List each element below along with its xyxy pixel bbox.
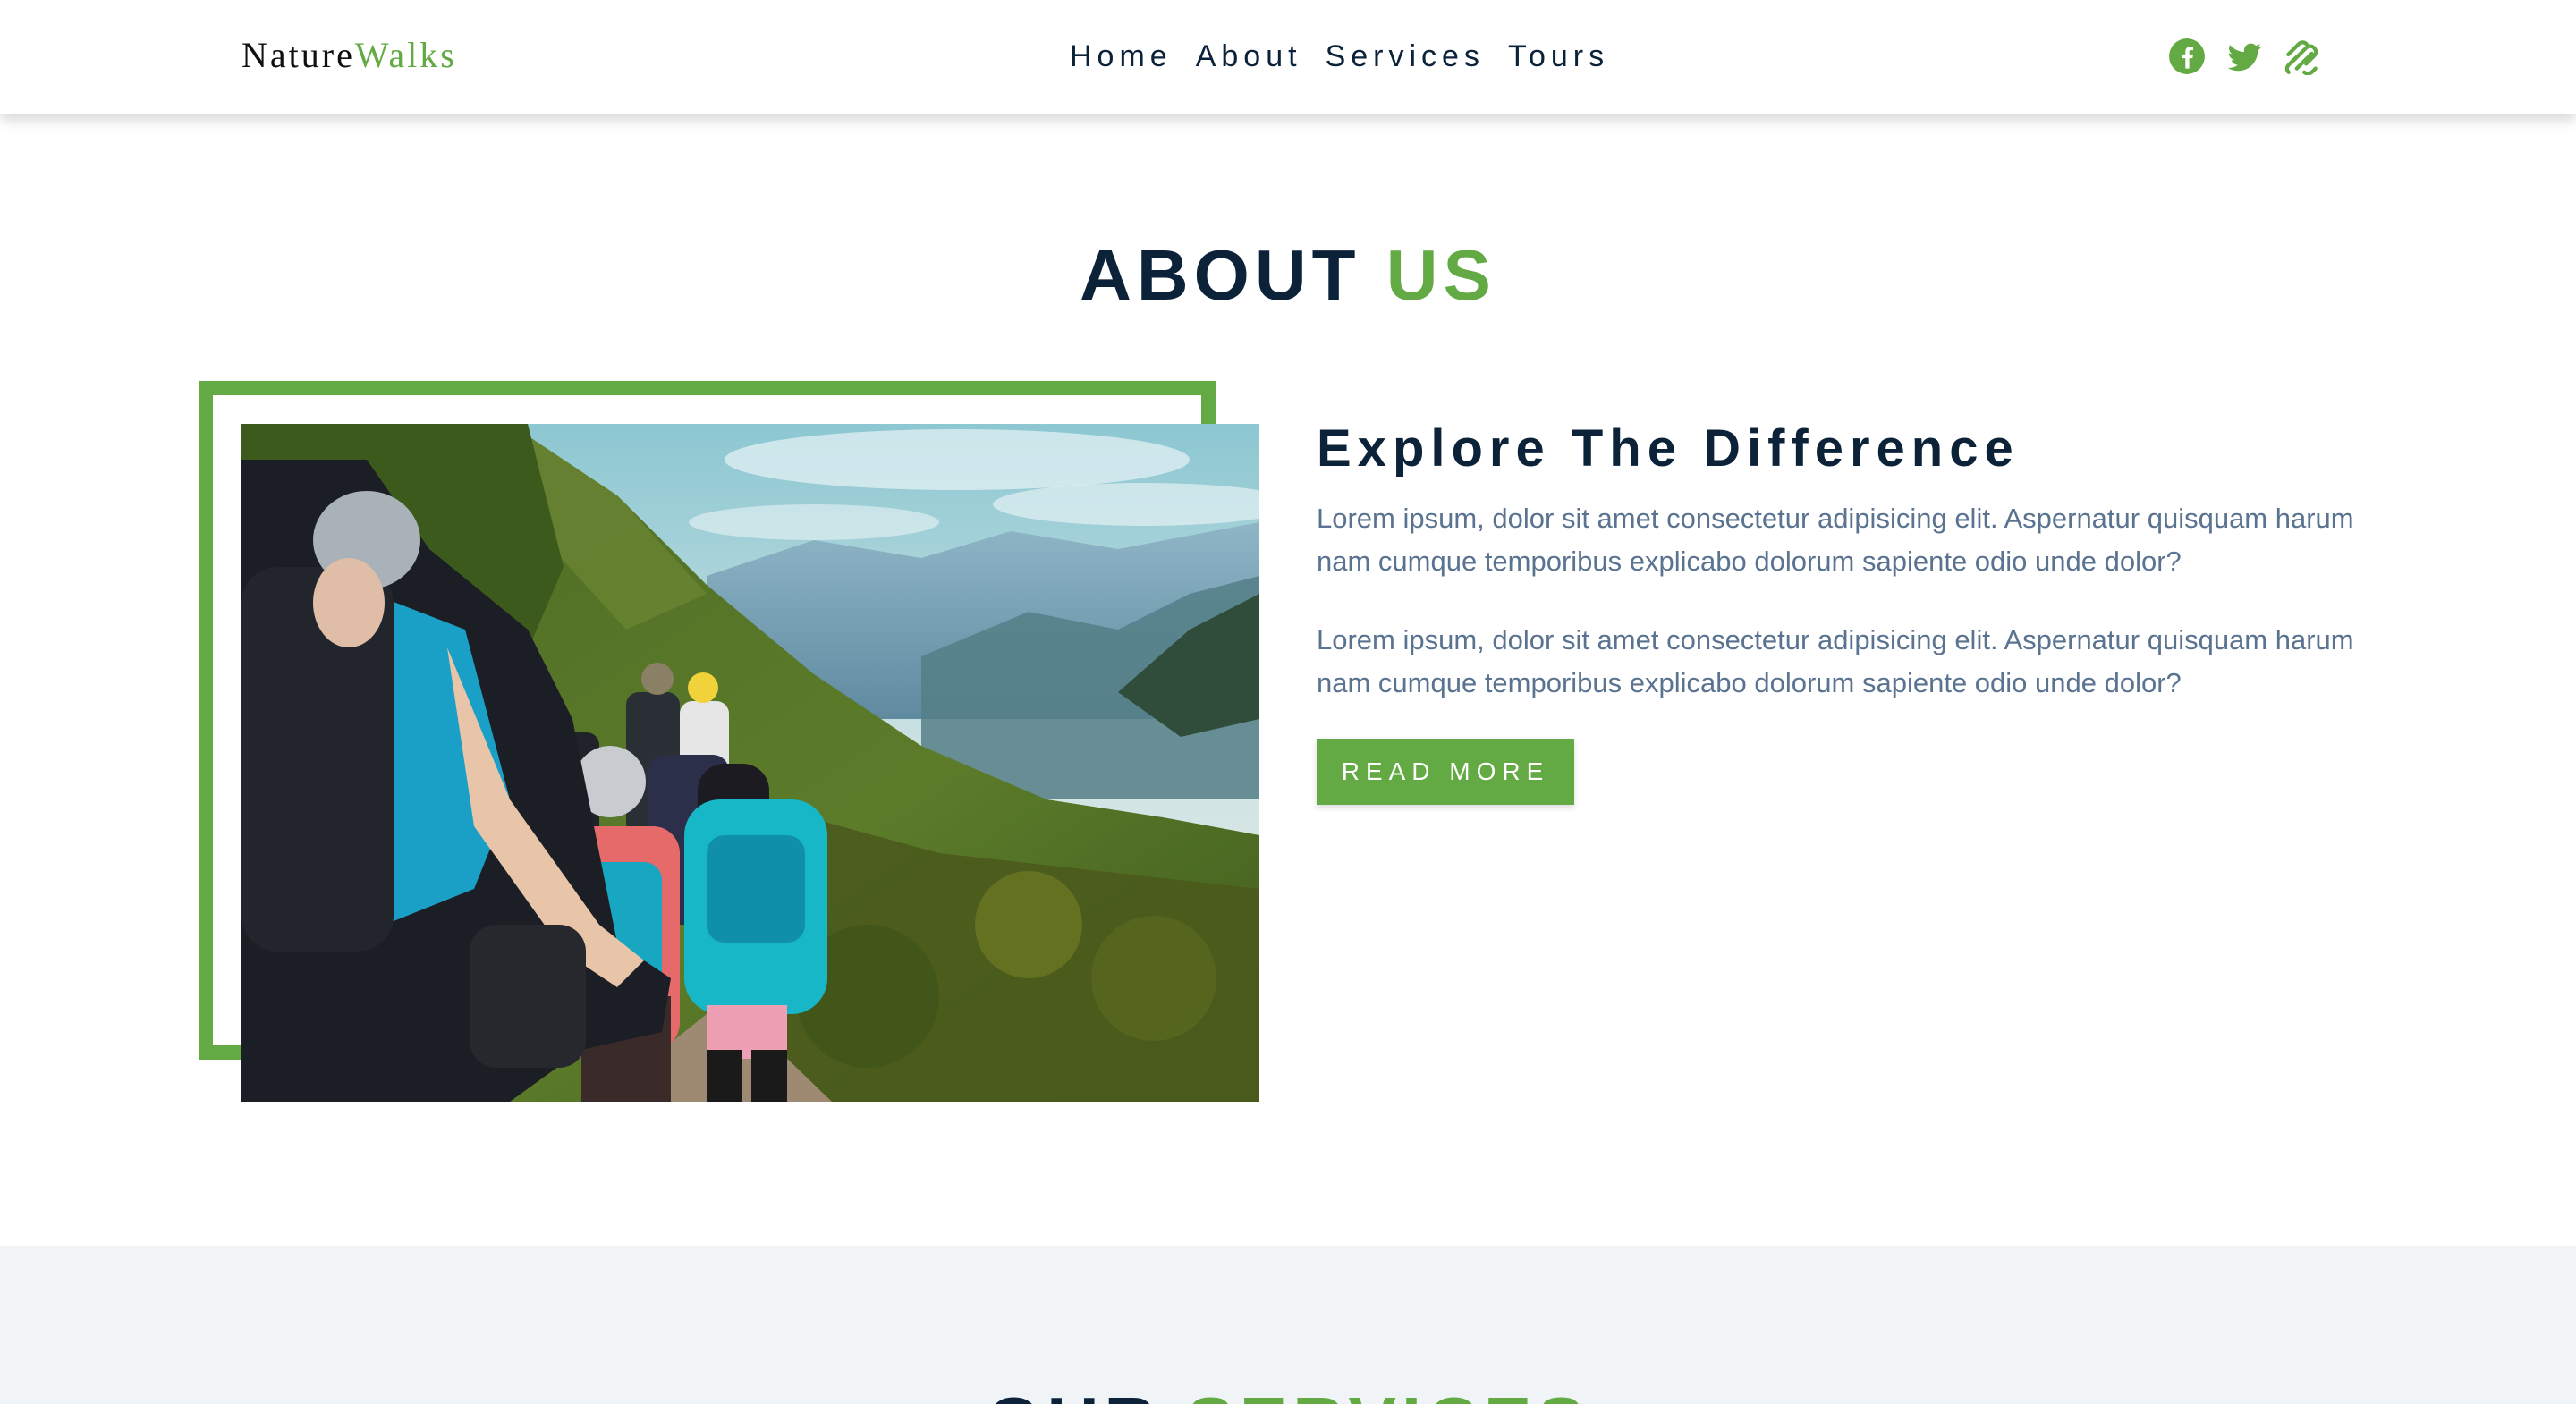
squarespace-icon[interactable] xyxy=(2283,38,2320,75)
services-section: OUR SERVICES xyxy=(0,1246,2576,1404)
about-paragraph: Lorem ipsum, dolor sit amet consectetur … xyxy=(1317,624,2354,698)
hikers-photo xyxy=(242,424,1259,1102)
about-title-accent: US xyxy=(1385,235,1496,315)
brand-logo-part2: Walks xyxy=(354,35,457,75)
services-title-accent: SERVICES xyxy=(1186,1383,1589,1404)
navbar: NatureWalks Home About Services Tours xyxy=(0,0,2576,114)
brand-logo-part1: Nature xyxy=(242,35,355,75)
nav-link-about[interactable]: About xyxy=(1196,39,1302,74)
read-more-button[interactable]: READ MORE xyxy=(1317,739,1574,805)
about-title-main: ABOUT xyxy=(1080,235,1361,315)
twitter-icon[interactable] xyxy=(2225,38,2263,75)
explore-heading: Explore The Difference xyxy=(1317,419,2020,478)
nav-link-services[interactable]: Services xyxy=(1326,39,1485,74)
services-title-main: OUR xyxy=(986,1383,1161,1404)
main-nav: Home About Services Tours xyxy=(1070,39,1609,74)
brand-logo[interactable]: NatureWalks xyxy=(242,34,457,76)
nav-link-home[interactable]: Home xyxy=(1070,39,1173,74)
nav-link-tours[interactable]: Tours xyxy=(1508,39,1609,74)
social-links xyxy=(2168,38,2320,75)
about-paragraph: Lorem ipsum, dolor sit amet consectetur … xyxy=(1317,503,2354,577)
services-title: OUR SERVICES xyxy=(0,1382,2576,1404)
facebook-icon[interactable] xyxy=(2168,38,2206,75)
about-title: ABOUT US xyxy=(0,234,2576,317)
